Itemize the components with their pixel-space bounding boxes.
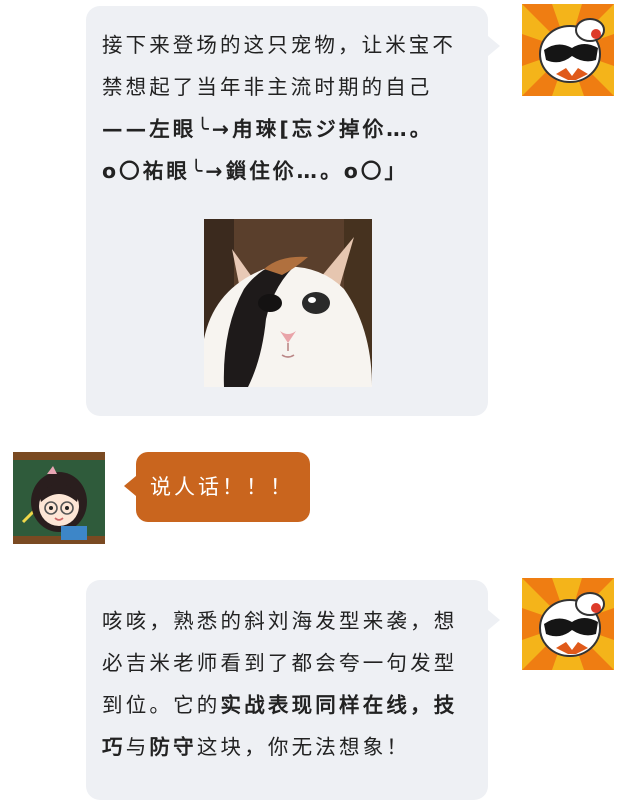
message-3-text: 咳咳，熟悉的斜刘海发型来袭，想必吉米老师看到了都会夸一句发型到位。它的实战表现同…	[102, 600, 472, 768]
message-1-text: 接下来登场的这只宠物，让米宝不 禁想起了当年非主流时期的自己 ——左眼╰→甪琜[…	[102, 24, 472, 192]
message-bubble-2: 说人话！！！	[124, 452, 310, 522]
message-1-line-1: 接下来登场的这只宠物，让米宝不	[102, 33, 456, 57]
message-1-line-4: o〇祐眼╰→鎻住伱…。o〇」	[102, 159, 409, 183]
cat-photo-image[interactable]	[204, 219, 372, 387]
message-2-text: 说人话！！！	[150, 475, 294, 499]
message-bubble-3: 咳咳，熟悉的斜刘海发型来袭，想必吉米老师看到了都会夸一句发型到位。它的实战表现同…	[86, 580, 500, 800]
avatar-robot-top[interactable]	[522, 4, 614, 96]
message-bubble-1: 接下来登场的这只宠物，让米宝不 禁想起了当年非主流时期的自己 ——左眼╰→甪琜[…	[86, 6, 500, 416]
message-1-line-3: ——左眼╰→甪琜[忘ジ掉伱…。	[102, 117, 434, 141]
message-3-part-3: 与	[125, 735, 150, 759]
avatar-robot-bottom[interactable]	[522, 578, 614, 670]
message-1-line-2: 禁想起了当年非主流时期的自己	[102, 75, 433, 99]
avatar-teacher[interactable]	[13, 452, 105, 544]
message-3-part-4: 防守	[149, 735, 197, 759]
message-3-part-5: 这块，你无法想象！	[196, 735, 411, 759]
